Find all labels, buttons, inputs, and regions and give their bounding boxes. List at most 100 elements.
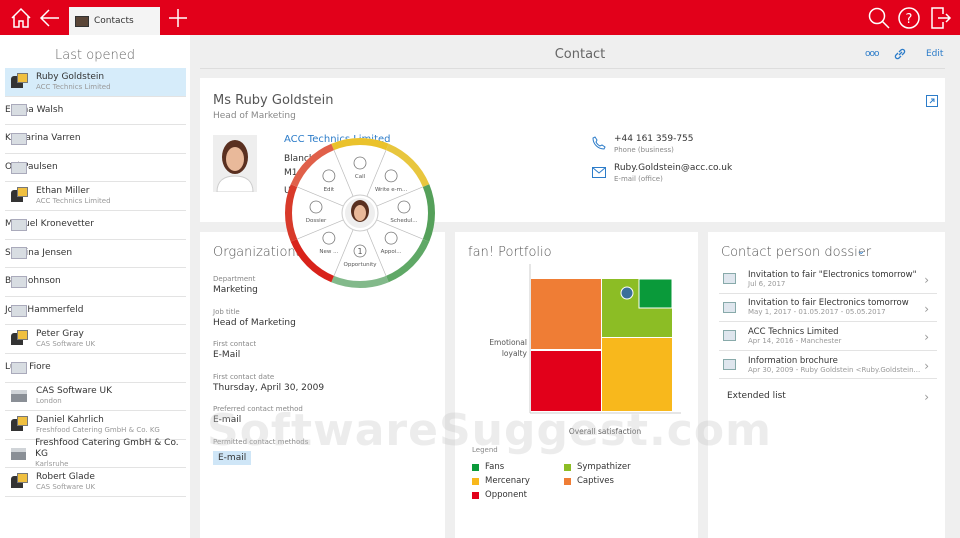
person-icon xyxy=(11,330,28,346)
dossier-title: Invitation to fair Electronics tomorrow xyxy=(748,298,909,309)
phone-number[interactable]: +44 161 359-755 xyxy=(614,134,694,144)
captives-area xyxy=(531,279,601,349)
center-avatar[interactable] xyxy=(345,198,375,228)
help-icon[interactable]: ? xyxy=(897,6,921,30)
sidebar-item[interactable]: Olé Paulsen xyxy=(5,154,186,183)
radial-item-label: Edit xyxy=(324,187,335,193)
org-field: First contact date Thursday, April 30, 20… xyxy=(213,373,324,406)
field-label: First contact date xyxy=(213,372,275,381)
item-name: Robert Glade xyxy=(36,472,95,483)
sidebar: Last opened Ruby Goldstein ACC Technics L… xyxy=(0,35,190,538)
email-icon xyxy=(723,359,736,371)
back-arrow-icon[interactable] xyxy=(38,6,62,30)
sidebar-item[interactable]: Daniel Kahrlich Freshfood Catering GmbH &… xyxy=(5,411,186,440)
contact-name: Ms Ruby Goldstein xyxy=(213,93,334,108)
sidebar-item[interactable]: Ethan Miller ACC Technics Limited xyxy=(5,182,186,211)
item-subtitle: ACC Technics Limited xyxy=(36,197,111,206)
address-card-icon xyxy=(723,330,736,342)
sidebar-item[interactable]: Luigi Fiore xyxy=(5,354,186,383)
fans-area xyxy=(638,278,673,309)
home-icon[interactable] xyxy=(9,6,33,30)
item-subtitle: CAS Software UK xyxy=(36,340,96,349)
opponent-area xyxy=(531,351,601,411)
radial-action-menu: Call Write e-m... Schedul... Appoi... Opport… xyxy=(285,138,435,288)
dossier-item[interactable]: ACC Technics Limited Apr 14, 2016 - Manch… xyxy=(719,322,937,351)
legend-label: Fans xyxy=(485,462,505,472)
card-icon xyxy=(11,218,27,231)
dossier-list: Invitation to fair "Electronics tomorrow… xyxy=(719,265,937,380)
legend-label: Sympathizer xyxy=(577,462,631,472)
item-name: Ethan Miller xyxy=(36,186,90,197)
dossier-subtitle: May 1, 2017 - 01.05.2017 - 05.05.2017 xyxy=(748,308,886,317)
card-icon xyxy=(11,304,27,317)
extended-list-link[interactable]: Extended list › xyxy=(719,382,937,411)
contact-position: Head of Marketing xyxy=(213,111,296,121)
contact-position-marker[interactable] xyxy=(620,286,634,300)
sidebar-item[interactable]: Ben Johnson xyxy=(5,268,186,297)
dossier-card: Contact person dossier ⌄ Invitation to f… xyxy=(708,232,945,538)
search-icon[interactable] xyxy=(867,6,891,30)
chevron-down-icon[interactable]: ⌄ xyxy=(857,246,865,257)
dossier-subtitle: Jul 6, 2017 xyxy=(748,279,786,288)
open-external-icon[interactable] xyxy=(926,95,938,107)
legend-label: Opponent xyxy=(485,490,528,500)
contact-photo xyxy=(213,135,257,192)
sidebar-item[interactable]: Sabrina Jensen xyxy=(5,240,186,269)
sidebar-item[interactable]: Peter Gray CAS Software UK xyxy=(5,325,186,354)
legend: Fans Sympathizer Mercenary Captives Opponent xyxy=(472,460,672,502)
top-bar: Contacts ? xyxy=(0,0,960,35)
legend-item: Sympathizer xyxy=(564,460,664,474)
item-name: Peter Gray xyxy=(36,329,84,340)
legend-item: Captives xyxy=(564,474,664,488)
item-name: Ruby Goldstein xyxy=(36,71,105,82)
sidebar-title: Last opened xyxy=(55,48,135,63)
radial-item-label: Appoi... xyxy=(381,249,402,255)
chevron-right-icon: › xyxy=(924,390,929,404)
chevron-right-icon: › xyxy=(924,330,929,345)
item-subtitle: Freshfood Catering GmbH & Co. KG xyxy=(36,425,160,434)
dossier-item[interactable]: Invitation to fair "Electronics tomorrow… xyxy=(719,265,937,294)
tab-label: Contacts xyxy=(94,16,134,26)
logout-icon[interactable] xyxy=(928,6,952,30)
radial-item-label: Opportunity xyxy=(343,262,377,268)
sidebar-item[interactable]: CAS Software UK London xyxy=(5,383,186,412)
sidebar-item[interactable]: Emma Walsh xyxy=(5,97,186,126)
tab-contacts[interactable]: Contacts xyxy=(69,7,160,35)
opportunity-count: 1 xyxy=(357,247,362,256)
field-label: First contact xyxy=(213,340,257,348)
x-axis-label: Overall satisfaction xyxy=(568,427,642,436)
person-icon xyxy=(11,415,28,431)
dossier-item[interactable]: Invitation to fair Electronics tomorrow M… xyxy=(719,294,937,323)
sidebar-item[interactable]: Freshfood Catering GmbH & Co. KG Karlsruh… xyxy=(5,438,186,469)
svg-text:?: ? xyxy=(906,12,913,27)
item-name: Freshfood Catering GmbH & Co. KG xyxy=(35,438,179,460)
item-subtitle: CAS Software UK xyxy=(36,483,96,492)
sidebar-item[interactable]: Ruby Goldstein ACC Technics Limited xyxy=(5,68,186,97)
person-icon xyxy=(11,187,28,203)
dossier-item[interactable]: Information brochure Apr 30, 2009 - Ruby … xyxy=(719,351,937,380)
sidebar-item[interactable]: Katharina Varren xyxy=(5,125,186,154)
org-fields: Department Marketing Job title Head of Mark… xyxy=(213,275,324,438)
sidebar-item[interactable]: John Hammerfeld xyxy=(5,297,186,326)
field-label: Permitted contact methods xyxy=(213,438,309,446)
header-divider xyxy=(200,68,945,69)
item-name: Daniel Kahrlich xyxy=(36,414,104,425)
sidebar-item[interactable]: Robert Glade CAS Software UK xyxy=(5,468,186,497)
item-subtitle: London xyxy=(36,397,62,406)
plus-icon[interactable] xyxy=(166,6,190,30)
sidebar-item[interactable]: Manuel Kronevetter xyxy=(5,211,186,240)
legend-swatch xyxy=(564,477,571,485)
more-button[interactable]: ooo xyxy=(865,49,879,59)
item-subtitle: Karlsruhe xyxy=(35,460,69,469)
y-axis-label: Emotional loyalty xyxy=(489,338,527,358)
portfolio-card: fan! Portfolio Emotional loyalty Overall… xyxy=(455,232,698,538)
legend-item: Opponent xyxy=(472,488,564,502)
chevron-right-icon: › xyxy=(924,273,929,287)
card-icon xyxy=(11,161,27,174)
edit-button[interactable]: Edit xyxy=(926,49,943,59)
permitted-method-tag: E-mail xyxy=(213,451,252,465)
dossier-title: ACC Technics Limited xyxy=(748,326,839,337)
email-address[interactable]: Ruby.Goldstein@acc.co.uk xyxy=(614,163,732,173)
link-icon[interactable] xyxy=(893,47,907,61)
dossier-title: Invitation to fair "Electronics tomorrow… xyxy=(748,269,917,280)
